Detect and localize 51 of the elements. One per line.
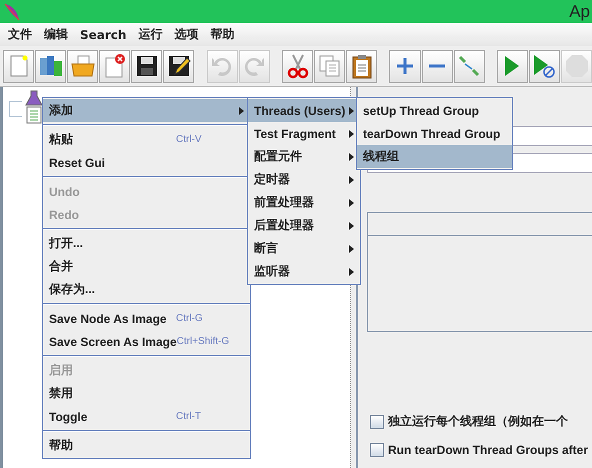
- menu-item[interactable]: 保存为...: [43, 278, 250, 301]
- menu-item[interactable]: 合并: [43, 255, 250, 278]
- menu-item[interactable]: 前置处理器: [248, 191, 360, 214]
- minus-icon: [427, 63, 448, 69]
- redo-arrow-icon: [242, 55, 266, 77]
- menu-bar-item[interactable]: Search: [74, 26, 132, 44]
- menu-item[interactable]: Save Screen As ImageCtrl+Shift-G: [43, 330, 250, 353]
- menu-item[interactable]: setUp Thread Group: [357, 99, 512, 122]
- copy-pages-icon: [318, 54, 342, 78]
- play-icon: [503, 54, 522, 78]
- stop-sign-icon: [564, 54, 589, 78]
- toolbar-button[interactable]: [131, 50, 162, 82]
- checkbox-label: Run tearDown Thread Groups after: [388, 443, 588, 457]
- checkbox-label: 独立运行每个线程组（例如在一个: [388, 413, 568, 430]
- menu-item[interactable]: 断言: [248, 237, 360, 260]
- menu-item[interactable]: 监听器: [248, 260, 360, 283]
- menu-bar-item[interactable]: 运行: [132, 24, 168, 45]
- scissors-icon: [286, 53, 310, 79]
- menu-item[interactable]: Save Node As Image Ctrl-G: [43, 307, 250, 330]
- menu-item[interactable]: 线程组: [357, 145, 512, 168]
- menu-item[interactable]: Reset Gui: [43, 151, 250, 174]
- menu-item[interactable]: 添加: [43, 99, 250, 122]
- menu-bar-item[interactable]: 选项: [168, 24, 204, 45]
- play-no-pause-icon: [532, 53, 556, 79]
- plus-icon: [394, 56, 415, 76]
- menu-item[interactable]: 打开...: [43, 232, 250, 255]
- toolbar-button[interactable]: [346, 50, 378, 82]
- clipboard-icon: [350, 53, 373, 79]
- menu-bar-item[interactable]: 帮助: [204, 24, 240, 45]
- menu-item[interactable]: 粘贴 Ctrl-V: [43, 128, 250, 151]
- menu-item[interactable]: 后置处理器: [248, 214, 360, 237]
- folder-icon: [70, 54, 96, 78]
- menu-bar-item[interactable]: 文件: [2, 24, 38, 45]
- menu-item[interactable]: Toggle Ctrl-T: [43, 405, 250, 428]
- feather-icon: [3, 2, 21, 22]
- menu-item[interactable]: 定时器: [248, 168, 360, 191]
- menu-item[interactable]: tearDown Thread Group: [357, 122, 512, 145]
- test-plan-icon: [25, 90, 43, 124]
- menu-bar-item[interactable]: 编辑: [38, 24, 74, 45]
- checkbox[interactable]: [370, 443, 384, 457]
- books-icon: [38, 53, 64, 79]
- checkbox[interactable]: [370, 414, 384, 428]
- toolbar-button[interactable]: [163, 50, 194, 82]
- floppy-pencil-icon: [166, 54, 191, 78]
- menu-item[interactable]: 禁用: [43, 382, 250, 405]
- window-title: Ap: [569, 2, 590, 22]
- tree-toggle[interactable]: [9, 101, 22, 117]
- close-document-icon: [102, 53, 127, 79]
- menu-item[interactable]: 帮助: [43, 434, 250, 457]
- blank-page-icon: [8, 54, 30, 78]
- toggle-arrow-icon: [457, 54, 482, 78]
